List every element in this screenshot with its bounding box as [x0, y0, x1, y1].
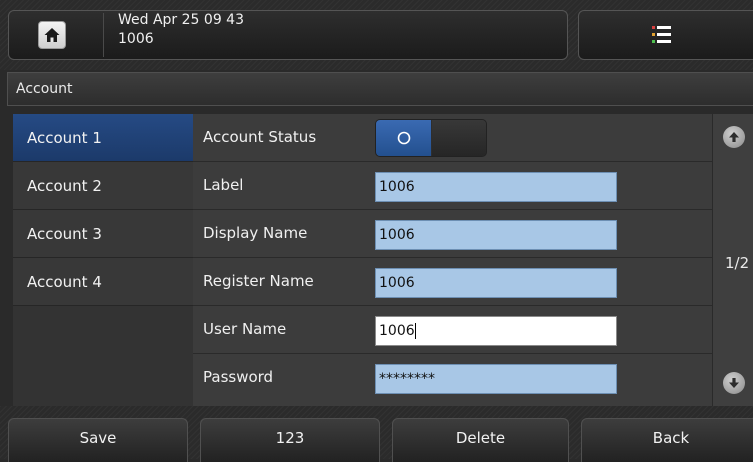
register-name-row: Register Name 1006 [193, 258, 712, 306]
toggle-off-segment [432, 120, 486, 156]
status-panel [8, 10, 568, 60]
display-name-input[interactable]: 1006 [375, 220, 617, 250]
account-item-4[interactable]: Account 4 [13, 258, 193, 306]
account-item-label: Account 1 [27, 129, 102, 147]
user-name-label: User Name [203, 320, 287, 338]
scroll-down-button[interactable] [723, 372, 745, 394]
softkey-bar: Save 123 Delete Back [0, 406, 753, 462]
scroll-up-button[interactable] [723, 126, 745, 148]
page-title: Account [16, 81, 73, 97]
home-icon [44, 28, 60, 42]
extension-number: 1006 [118, 31, 154, 47]
user-name-input[interactable]: 1006 [375, 316, 617, 346]
label-field-label: Label [203, 176, 244, 194]
account-settings-form: Account Status Label 1006 Display Name 1… [193, 114, 712, 406]
register-name-label: Register Name [203, 272, 314, 290]
account-status-row: Account Status [193, 114, 712, 162]
account-item-label: Account 4 [27, 273, 102, 291]
toggle-on-knob [376, 120, 431, 156]
account-item-1[interactable]: Account 1 [13, 114, 193, 162]
user-name-row: User Name 1006 [193, 306, 712, 354]
status-divider [103, 13, 104, 57]
account-status-label: Account Status [203, 128, 317, 146]
label-row: Label 1006 [193, 162, 712, 210]
menu-list-icon [652, 26, 671, 43]
password-row: Password ******** [193, 354, 712, 406]
toggle-circle-icon [397, 131, 410, 145]
input-mode-button[interactable]: 123 [200, 418, 380, 462]
password-input[interactable]: ******** [375, 364, 617, 394]
account-item-label: Account 2 [27, 177, 102, 195]
password-label: Password [203, 368, 274, 386]
account-item-label: Account 3 [27, 225, 102, 243]
account-status-toggle[interactable] [375, 119, 487, 157]
page-scroller: 1/2 [712, 114, 753, 406]
arrow-up-icon [729, 132, 739, 142]
account-list: Account 1 Account 2 Account 3 Account 4 [13, 114, 193, 406]
register-name-input[interactable]: 1006 [375, 268, 617, 298]
menu-button[interactable] [652, 24, 672, 46]
home-button[interactable] [38, 21, 66, 49]
text-cursor [414, 323, 416, 339]
arrow-down-icon [729, 378, 739, 388]
date-time: Wed Apr 25 09 43 [118, 12, 244, 28]
back-button[interactable]: Back [581, 418, 753, 462]
save-button[interactable]: Save [8, 418, 188, 462]
status-bar: Wed Apr 25 09 43 1006 [0, 0, 753, 70]
account-item-2[interactable]: Account 2 [13, 162, 193, 210]
user-name-value: 1006 [379, 323, 415, 339]
display-name-label: Display Name [203, 224, 308, 242]
delete-button[interactable]: Delete [392, 418, 569, 462]
account-item-3[interactable]: Account 3 [13, 210, 193, 258]
section-header: Account [7, 72, 753, 106]
label-input[interactable]: 1006 [375, 172, 617, 202]
display-name-row: Display Name 1006 [193, 210, 712, 258]
page-indicator: 1/2 [725, 254, 750, 272]
